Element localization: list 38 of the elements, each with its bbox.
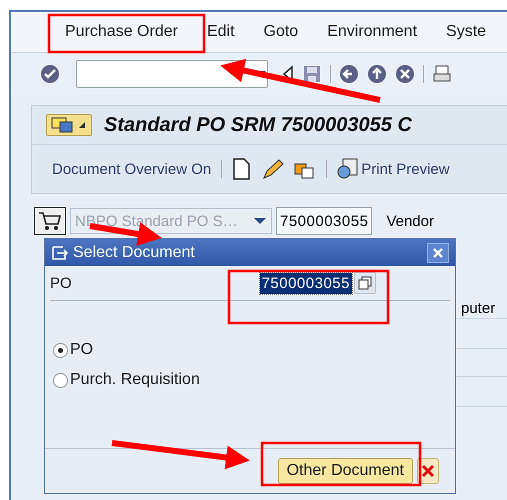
shopping-cart-icon[interactable] [34, 207, 66, 235]
preview-icon [337, 158, 360, 180]
cancel-icon [421, 464, 435, 478]
print-preview-button[interactable]: Print Preview [337, 158, 450, 180]
dialog-title: Select Document [73, 244, 196, 262]
dialog-icon [51, 244, 69, 260]
services-button[interactable] [46, 114, 92, 136]
radio-button[interactable] [53, 372, 68, 388]
print-icon[interactable] [432, 64, 452, 84]
document-overview-button[interactable]: Document Overview On [52, 160, 212, 178]
field-label: PO [50, 274, 73, 292]
vendor-label: Vendor [386, 212, 434, 230]
radio-button[interactable] [53, 342, 68, 358]
cancel-icon[interactable] [395, 64, 415, 84]
copy-button[interactable] [354, 272, 376, 294]
close-icon [432, 246, 444, 258]
menu-item[interactable]: Syste [446, 23, 486, 41]
services-icon [51, 117, 75, 133]
copy-icon [358, 276, 372, 290]
menu-item[interactable]: Environment [327, 23, 418, 41]
po-number-field[interactable]: 7500003055 [260, 272, 352, 294]
radio-label[interactable]: Purch. Requisition [70, 371, 200, 389]
save-icon[interactable] [302, 64, 322, 84]
menu-item[interactable]: Purchase Order [65, 23, 178, 41]
close-button[interactable] [427, 242, 449, 262]
menu-item[interactable]: Edit [206, 23, 235, 41]
pencil-icon[interactable] [260, 158, 284, 180]
document-number-field[interactable]: 7500003055 [276, 207, 372, 235]
document-title: Standard PO SRM 7500003055 C [104, 114, 412, 136]
caret-icon [79, 122, 85, 128]
new-document-icon[interactable] [232, 158, 250, 180]
menu-item[interactable]: Goto [264, 23, 298, 41]
radio-label[interactable]: PO [70, 341, 94, 359]
command-field[interactable] [76, 60, 268, 88]
column-header: puter [461, 300, 496, 317]
dropdown-icon[interactable] [253, 217, 267, 225]
other-document-button[interactable]: Other Document [278, 458, 413, 484]
check-icon[interactable] [40, 64, 60, 84]
